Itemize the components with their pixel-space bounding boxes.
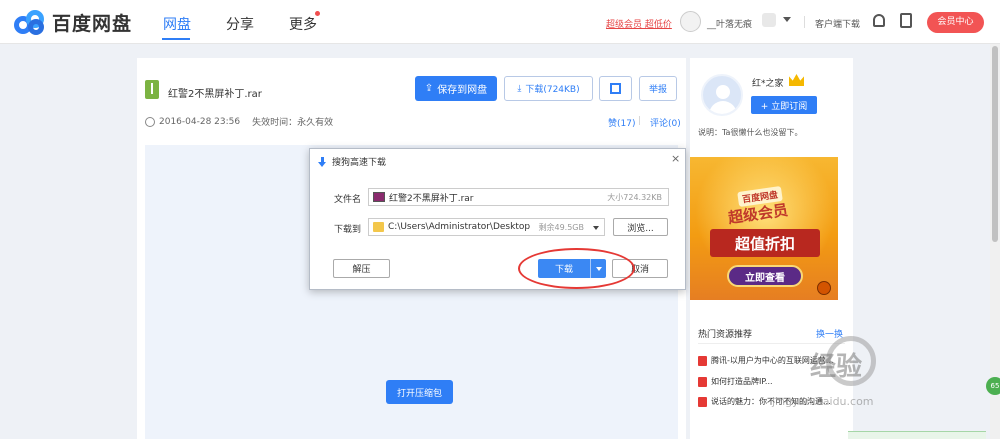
rar-file-icon <box>373 192 385 202</box>
download-icon: ⤓ <box>517 83 522 94</box>
list-item[interactable]: 如何打造品牌IP... <box>698 376 773 387</box>
ad-discount-banner: 超值折扣 <box>710 229 820 257</box>
download-button-label: 下载(724KB) <box>525 85 580 95</box>
pdf-icon <box>698 355 707 366</box>
floating-badge[interactable]: 65 <box>986 377 1000 395</box>
owner-name[interactable]: 红*之家 <box>752 76 784 89</box>
pdf-icon <box>698 396 707 407</box>
comment-link[interactable]: 评论(0) <box>650 116 681 129</box>
share-date: 2016-04-28 23:56 <box>159 116 241 127</box>
crown-icon <box>789 74 804 86</box>
folder-icon <box>373 222 384 232</box>
save-to-label: 下载到 <box>334 225 362 235</box>
file-title: 红警2不黑屏补丁.rar <box>168 89 262 100</box>
free-space: 剩余49.5GB <box>538 222 585 232</box>
vip-ad-banner[interactable]: 百度网盘 超级会员 超值折扣 立即查看 <box>690 157 838 300</box>
download-arrow-icon <box>318 156 327 167</box>
super-vip-link[interactable]: 超级会员 超低价 <box>606 17 672 30</box>
report-button[interactable]: 举报 <box>639 76 677 101</box>
highlight-ellipse <box>518 248 635 289</box>
watermark-url: jingyan.baidu.com <box>772 395 874 408</box>
chevron-down-icon[interactable] <box>783 17 791 22</box>
tab-share[interactable]: 分享 <box>226 14 254 34</box>
dialog-title: 搜狗高速下载 <box>318 155 386 168</box>
download-button[interactable]: ⤓ 下载(724KB) <box>504 76 593 101</box>
top-header: 百度网盘 网盘 分享 更多 超级会员 超低价 __叶落无痕 客户端下载 会员中心 <box>0 0 1000 44</box>
baidu-pan-logo[interactable]: 百度网盘 <box>14 9 132 36</box>
ad-badge-icon <box>817 281 831 295</box>
tab-netdisk[interactable]: 网盘 <box>163 14 191 34</box>
clipboard-icon[interactable] <box>900 13 912 28</box>
pdf-icon <box>698 376 707 387</box>
chevron-down-icon[interactable] <box>593 226 599 230</box>
save-icon: ⇪ <box>424 83 434 94</box>
active-tab-indicator <box>162 38 190 40</box>
owner-avatar[interactable] <box>701 74 743 116</box>
owner-intro: 说明：Ta很懒什么也没留下。 <box>698 128 803 137</box>
qrcode-button[interactable] <box>599 76 632 101</box>
scrollbar-thumb[interactable] <box>992 46 998 242</box>
like-link[interactable]: 赞(17) <box>608 116 635 129</box>
save-path-select[interactable]: C:\Users\Administrator\Desktop 剩余49.5GB <box>368 218 605 236</box>
filename-label: 文件名 <box>334 195 362 205</box>
expiry-time: 失效时间：永久有效 <box>252 118 334 128</box>
client-download-link[interactable]: 客户端下载 <box>815 17 860 30</box>
qrcode-icon <box>610 83 621 94</box>
ad-view-button[interactable]: 立即查看 <box>727 265 803 287</box>
save-button-label: 保存到网盘 <box>437 85 488 96</box>
header-divider <box>804 16 805 28</box>
hot-resources-title: 热门资源推荐 <box>698 330 753 340</box>
save-path-value: C:\Users\Administrator\Desktop <box>388 222 531 232</box>
save-to-netdisk-button[interactable]: ⇪ 保存到网盘 <box>415 76 497 101</box>
open-archive-button[interactable]: 打开压缩包 <box>386 380 453 404</box>
level-badge-icon <box>762 13 776 27</box>
username[interactable]: __叶落无痕 <box>707 17 752 30</box>
meta-divider: | <box>638 116 642 126</box>
vip-center-button[interactable]: 会员中心 <box>927 12 984 33</box>
browse-button[interactable]: 浏览... <box>613 218 668 236</box>
subscribe-button[interactable]: + 立即订阅 <box>751 96 817 114</box>
tab-more[interactable]: 更多 <box>289 14 317 34</box>
watermark-text: 经验 <box>810 352 863 382</box>
bell-icon[interactable] <box>873 14 885 27</box>
bottom-status-strip <box>848 431 986 439</box>
file-meta: 2016-04-28 23:56 失效时间：永久有效 <box>145 115 333 128</box>
file-size: 大小724.32KB <box>607 192 662 202</box>
hot-item-label: 如何打造品牌IP... <box>711 377 773 386</box>
archive-file-icon <box>145 80 159 99</box>
notification-dot <box>315 11 320 16</box>
logo-icon <box>14 9 48 36</box>
hot-divider <box>698 343 845 344</box>
close-icon[interactable]: × <box>671 152 680 165</box>
clock-icon <box>145 116 155 127</box>
unzip-button[interactable]: 解压 <box>333 259 390 278</box>
dialog-title-text: 搜狗高速下载 <box>332 158 387 168</box>
user-avatar[interactable] <box>680 11 701 32</box>
filename-value: 红警2不黑屏补丁.rar <box>389 193 474 204</box>
filename-field[interactable]: 红警2不黑屏补丁.rar 大小724.32KB <box>368 188 669 206</box>
logo-text: 百度网盘 <box>52 13 133 35</box>
